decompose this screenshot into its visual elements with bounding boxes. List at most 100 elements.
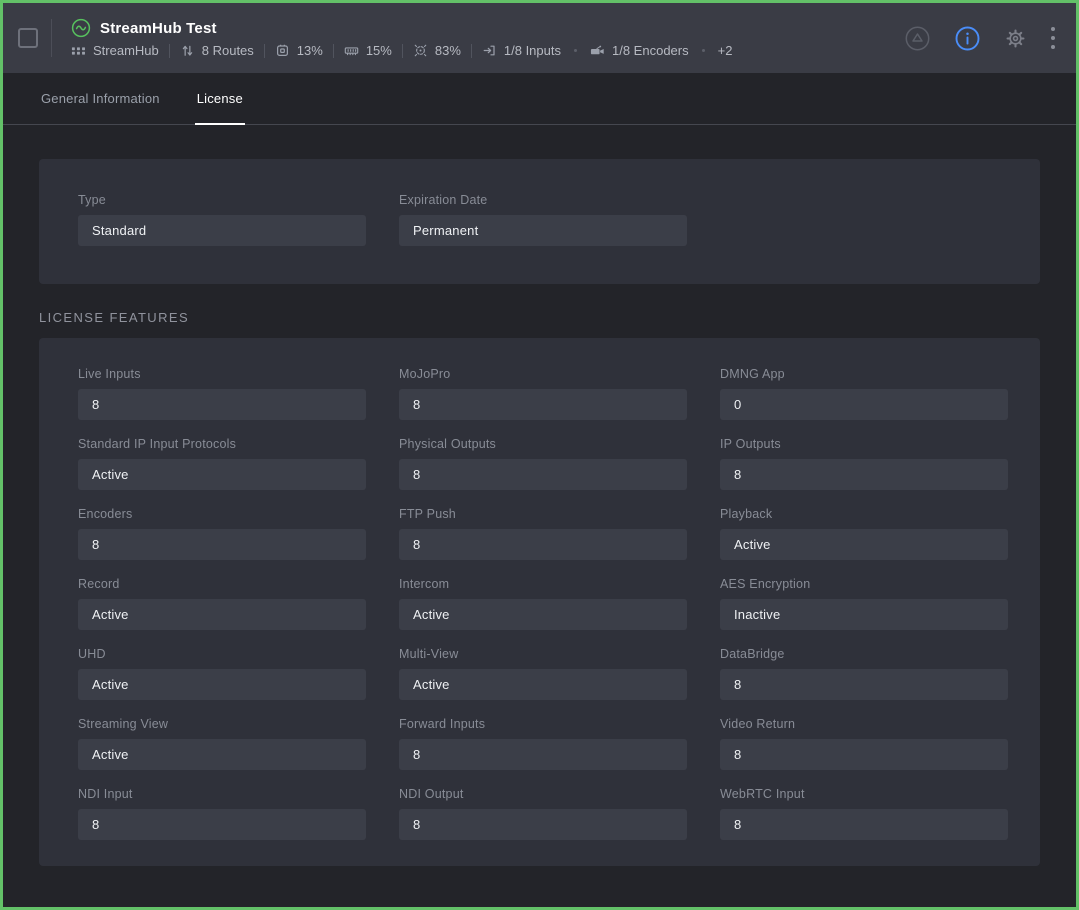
- eject-button[interactable]: [904, 25, 931, 52]
- grid-icon: [71, 43, 86, 58]
- settings-button[interactable]: [1004, 27, 1027, 50]
- feature-label: NDI Input: [78, 787, 366, 801]
- feature-value-field[interactable]: 8: [399, 739, 687, 770]
- feature-value-field[interactable]: Active: [78, 669, 366, 700]
- feature-field-group: Physical Outputs 8: [399, 437, 687, 490]
- encoder-icon: [590, 43, 605, 58]
- meta-routes-text: 8 Routes: [202, 43, 254, 58]
- memory-icon: [344, 43, 359, 58]
- feature-field-group: IntercomActive: [399, 577, 687, 630]
- meta-fan: 83%: [413, 43, 461, 58]
- feature-field-group: Playback Active: [720, 507, 1008, 560]
- feature-value-field[interactable]: Active: [78, 599, 366, 630]
- feature-label: Record: [78, 577, 366, 591]
- feature-label: Encoders: [78, 507, 366, 521]
- feature-label: IP Outputs: [720, 437, 1008, 451]
- meta-model: StreamHub: [71, 43, 159, 58]
- feature-value-field[interactable]: 8: [78, 809, 366, 840]
- feature-field-group: Multi-View Active: [399, 647, 687, 700]
- feature-value-field[interactable]: Active: [720, 529, 1008, 560]
- meta-inputs-text: 1/8 Inputs: [504, 43, 561, 58]
- feature-label: Multi-View: [399, 647, 687, 661]
- feature-field-group: NDI Output 8: [399, 787, 687, 840]
- meta-encoders: 1/8 Encoders: [590, 43, 689, 58]
- meta-more-count-text: +2: [718, 43, 733, 58]
- feature-label: MoJoPro: [399, 367, 687, 381]
- feature-field-group: DataBridge8: [720, 647, 1008, 700]
- feature-label: Video Return: [720, 717, 1008, 731]
- header-actions: [904, 25, 1056, 52]
- meta-separator: [264, 44, 265, 58]
- feature-field-group: FTP Push 8: [399, 507, 687, 560]
- meta-memory: 15%: [344, 43, 392, 58]
- tab-general-information[interactable]: General Information: [39, 91, 162, 124]
- feature-value-field[interactable]: 8: [78, 529, 366, 560]
- tab-license[interactable]: License: [195, 91, 245, 125]
- routes-icon: [180, 43, 195, 58]
- feature-value-field[interactable]: 8: [399, 459, 687, 490]
- feature-label: Playback: [720, 507, 1008, 521]
- feature-value-field[interactable]: 8: [720, 739, 1008, 770]
- feature-label: Forward Inputs: [399, 717, 687, 731]
- feature-field-group: Standard IP Input Protocols Active: [78, 437, 366, 490]
- cpu-icon: [275, 43, 290, 58]
- gear-icon: [1004, 27, 1027, 50]
- info-circle-icon: [954, 25, 981, 52]
- feature-value-field[interactable]: Active: [399, 599, 687, 630]
- meta-encoders-text: 1/8 Encoders: [612, 43, 689, 58]
- feature-value-field[interactable]: 0: [720, 389, 1008, 420]
- feature-value-field[interactable]: Active: [78, 739, 366, 770]
- feature-field-group: IP Outputs 8: [720, 437, 1008, 490]
- meta-separator: [402, 44, 403, 58]
- feature-label: Standard IP Input Protocols: [78, 437, 366, 451]
- expiration-date-group: Expiration Date Permanent: [399, 193, 687, 246]
- feature-label: FTP Push: [399, 507, 687, 521]
- meta-inputs: 1/8 Inputs: [482, 43, 561, 58]
- meta-more-count[interactable]: +2: [718, 43, 733, 58]
- feature-value-field[interactable]: 8: [720, 459, 1008, 490]
- feature-field-group: MoJoPro 8: [399, 367, 687, 420]
- more-menu-button[interactable]: [1050, 26, 1056, 50]
- license-type-group: Type Standard: [78, 193, 366, 246]
- meta-separator: [169, 44, 170, 58]
- meta-separator: [471, 44, 472, 58]
- license-type-field[interactable]: Standard: [78, 215, 366, 246]
- feature-field-group: Video Return 8: [720, 717, 1008, 770]
- meta-routes: 8 Routes: [180, 43, 254, 58]
- feature-label: WebRTC Input: [720, 787, 1008, 801]
- license-summary-card: Type Standard Expiration Date Permanent: [39, 159, 1040, 284]
- device-detail-window: StreamHub Test StreamHub: [0, 0, 1079, 910]
- feature-value-field[interactable]: Inactive: [720, 599, 1008, 630]
- feature-value-field[interactable]: 8: [399, 389, 687, 420]
- meta-separator: [333, 44, 334, 58]
- fan-icon: [413, 43, 428, 58]
- feature-value-field[interactable]: Active: [78, 459, 366, 490]
- feature-field-group: DMNG App0: [720, 367, 1008, 420]
- feature-field-group: Streaming ViewActive: [78, 717, 366, 770]
- license-type-label: Type: [78, 193, 366, 207]
- expiration-date-label: Expiration Date: [399, 193, 687, 207]
- input-icon: [482, 43, 497, 58]
- feature-field-group: NDI Input 8: [78, 787, 366, 840]
- feature-value-field[interactable]: 8: [399, 809, 687, 840]
- header-divider: [51, 19, 52, 57]
- title-area: StreamHub Test StreamHub: [71, 18, 732, 58]
- license-features-heading: LICENSE FEATURES: [39, 310, 1040, 325]
- expiration-date-field[interactable]: Permanent: [399, 215, 687, 246]
- device-title: StreamHub Test: [100, 20, 217, 37]
- feature-value-field[interactable]: 8: [720, 809, 1008, 840]
- meta-memory-text: 15%: [366, 43, 392, 58]
- feature-value-field[interactable]: Active: [399, 669, 687, 700]
- feature-field-group: Forward Inputs 8: [399, 717, 687, 770]
- feature-label: Live Inputs: [78, 367, 366, 381]
- kebab-menu-icon: [1050, 26, 1056, 50]
- info-button[interactable]: [954, 25, 981, 52]
- feature-value-field[interactable]: 8: [720, 669, 1008, 700]
- features-grid: Live Inputs 8 MoJoPro 8 DMNG App0 Standard IP…: [39, 338, 1040, 866]
- select-device-checkbox[interactable]: [18, 28, 38, 48]
- feature-value-field[interactable]: 8: [399, 529, 687, 560]
- feature-label: NDI Output: [399, 787, 687, 801]
- feature-label: AES Encryption: [720, 577, 1008, 591]
- feature-label: Physical Outputs: [399, 437, 687, 451]
- feature-value-field[interactable]: 8: [78, 389, 366, 420]
